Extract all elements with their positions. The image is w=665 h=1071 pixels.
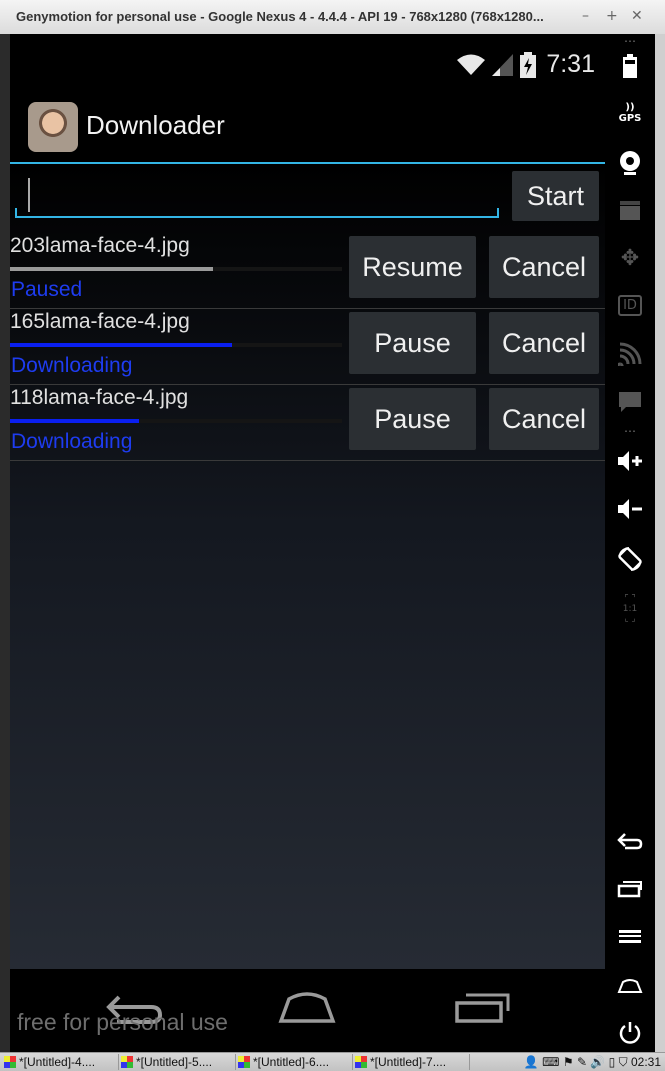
host-taskbar: *[Untitled]-4.... *[Untitled]-5.... *[Unti… xyxy=(0,1052,665,1071)
desktop-background-right xyxy=(655,34,665,1052)
recent-apps-icon[interactable] xyxy=(605,880,655,902)
progress-fill xyxy=(10,419,140,423)
rotate-icon[interactable] xyxy=(605,546,655,576)
task-label: *[Untitled]-7.... xyxy=(370,1055,447,1069)
action-bar: Downloader xyxy=(10,90,605,164)
watermark-text: free for personal use xyxy=(17,1009,228,1035)
minimize-icon[interactable]: – xyxy=(582,8,589,24)
download-row: 165lama-face-4.jpg Downloading Pause Cancel xyxy=(10,308,605,385)
camera-icon[interactable] xyxy=(605,150,655,180)
taskbar-task[interactable]: *[Untitled]-4.... xyxy=(4,1054,119,1070)
battery-icon[interactable] xyxy=(605,54,655,82)
user-icon[interactable]: 👤 xyxy=(524,1055,539,1069)
file-name: 165lama-face-4.jpg xyxy=(10,310,190,333)
taskbar-task[interactable]: *[Untitled]-5.... xyxy=(121,1054,236,1070)
video-icon[interactable] xyxy=(605,198,655,226)
taskbar-task[interactable]: *[Untitled]-7.... xyxy=(355,1054,470,1070)
download-row: 118lama-face-4.jpg Downloading Pause Cancel xyxy=(10,384,605,461)
android-nav-bar: free for personal use xyxy=(10,969,605,1052)
battery-charging-icon xyxy=(520,51,537,78)
download-status: Paused xyxy=(11,278,83,301)
progress-bar xyxy=(10,267,342,271)
file-name: 118lama-face-4.jpg xyxy=(10,386,189,409)
gps-label: GPS xyxy=(618,113,642,124)
genymotion-sidepanel: ⋯ )) GPS ✥ ID ⋯ ⌜ ⌝ 1:1 ⌞ ⌟ xyxy=(605,34,655,1052)
cancel-button[interactable]: Cancel xyxy=(489,312,599,374)
drag-handle-icon: ⋯ xyxy=(624,34,636,48)
pause-button[interactable]: Pause xyxy=(349,388,476,450)
cancel-button[interactable]: Cancel xyxy=(489,388,599,450)
taskbar-task[interactable]: *[Untitled]-6.... xyxy=(238,1054,353,1070)
task-label: *[Untitled]-6.... xyxy=(253,1055,330,1069)
maximize-icon[interactable]: + xyxy=(606,8,618,24)
desktop-background-left xyxy=(0,34,10,1052)
download-status: Downloading xyxy=(11,430,133,453)
nav-recent-apps-icon[interactable] xyxy=(454,991,512,1025)
resume-button[interactable]: Resume xyxy=(349,236,476,298)
pen-icon[interactable]: ✎ xyxy=(577,1055,587,1069)
text-cursor xyxy=(28,178,30,212)
volume-down-icon[interactable] xyxy=(605,498,655,524)
status-clock: 7:31 xyxy=(546,50,595,78)
gps-icon[interactable]: )) GPS xyxy=(605,102,655,124)
cast-icon[interactable] xyxy=(605,342,655,370)
progress-fill xyxy=(10,343,233,347)
pixel-perfect-label: 1:1 xyxy=(622,604,638,614)
file-name: 203lama-face-4.jpg xyxy=(10,234,190,257)
pause-button[interactable]: Pause xyxy=(349,312,476,374)
power-icon[interactable] xyxy=(605,1020,655,1050)
back-icon[interactable] xyxy=(605,832,655,854)
wifi-icon xyxy=(457,54,486,75)
progress-fill xyxy=(10,267,213,271)
id-label: ID xyxy=(618,295,642,316)
close-icon[interactable]: ✕ xyxy=(631,8,643,24)
flag-icon[interactable]: ⚑ xyxy=(563,1055,574,1069)
progress-bar xyxy=(10,343,342,347)
system-tray: 👤 ⌨ ⚑ ✎ 🔊 ▯ ⛉ 02:31 xyxy=(524,1054,661,1070)
main-content: Start 203lama-face-4.jpg Paused Resume Canc… xyxy=(10,164,605,969)
separator-dots-icon: ⋯ xyxy=(624,424,636,438)
id-icon[interactable]: ID xyxy=(605,294,655,316)
android-status-bar: 7:31 xyxy=(10,34,605,90)
gimp-icon xyxy=(355,1056,367,1068)
keyboard-layout-icon[interactable]: ⌨ xyxy=(542,1055,559,1069)
tray-battery-icon[interactable]: ▯ xyxy=(609,1055,616,1069)
volume-icon[interactable]: 🔊 xyxy=(590,1055,605,1069)
download-row: 203lama-face-4.jpg Paused Resume Cancel xyxy=(10,232,605,309)
input-edge-left xyxy=(15,208,17,218)
app-icon[interactable] xyxy=(28,102,78,152)
gimp-icon xyxy=(121,1056,133,1068)
nav-home-icon[interactable] xyxy=(277,991,337,1025)
phone-screen: 7:31 Downloader Start 203lama-face-4.jpg… xyxy=(10,34,605,1052)
gimp-icon xyxy=(4,1056,16,1068)
gimp-icon xyxy=(238,1056,250,1068)
message-icon[interactable] xyxy=(605,390,655,418)
volume-up-icon[interactable] xyxy=(605,450,655,476)
menu-icon[interactable] xyxy=(605,929,655,949)
shield-icon[interactable]: ⛉ xyxy=(619,1055,628,1069)
task-label: *[Untitled]-4.... xyxy=(19,1055,96,1069)
home-icon[interactable] xyxy=(605,978,655,998)
task-label: *[Untitled]-5.... xyxy=(136,1055,213,1069)
window-titlebar: Genymotion for personal use - Google Nex… xyxy=(0,0,665,35)
window-title: Genymotion for personal use - Google Nex… xyxy=(16,9,544,24)
cancel-button[interactable]: Cancel xyxy=(489,236,599,298)
pixel-perfect-icon[interactable]: ⌜ ⌝ 1:1 ⌞ ⌟ xyxy=(605,594,655,624)
start-button[interactable]: Start xyxy=(512,171,599,221)
url-input[interactable] xyxy=(15,174,499,218)
signal-icon xyxy=(492,53,514,76)
input-edge-right xyxy=(497,208,499,218)
app-title: Downloader xyxy=(86,110,225,140)
taskbar-clock: 02:31 xyxy=(630,1055,661,1069)
progress-bar xyxy=(10,419,342,423)
dpad-icon[interactable]: ✥ xyxy=(605,246,655,271)
download-status: Downloading xyxy=(11,354,133,377)
